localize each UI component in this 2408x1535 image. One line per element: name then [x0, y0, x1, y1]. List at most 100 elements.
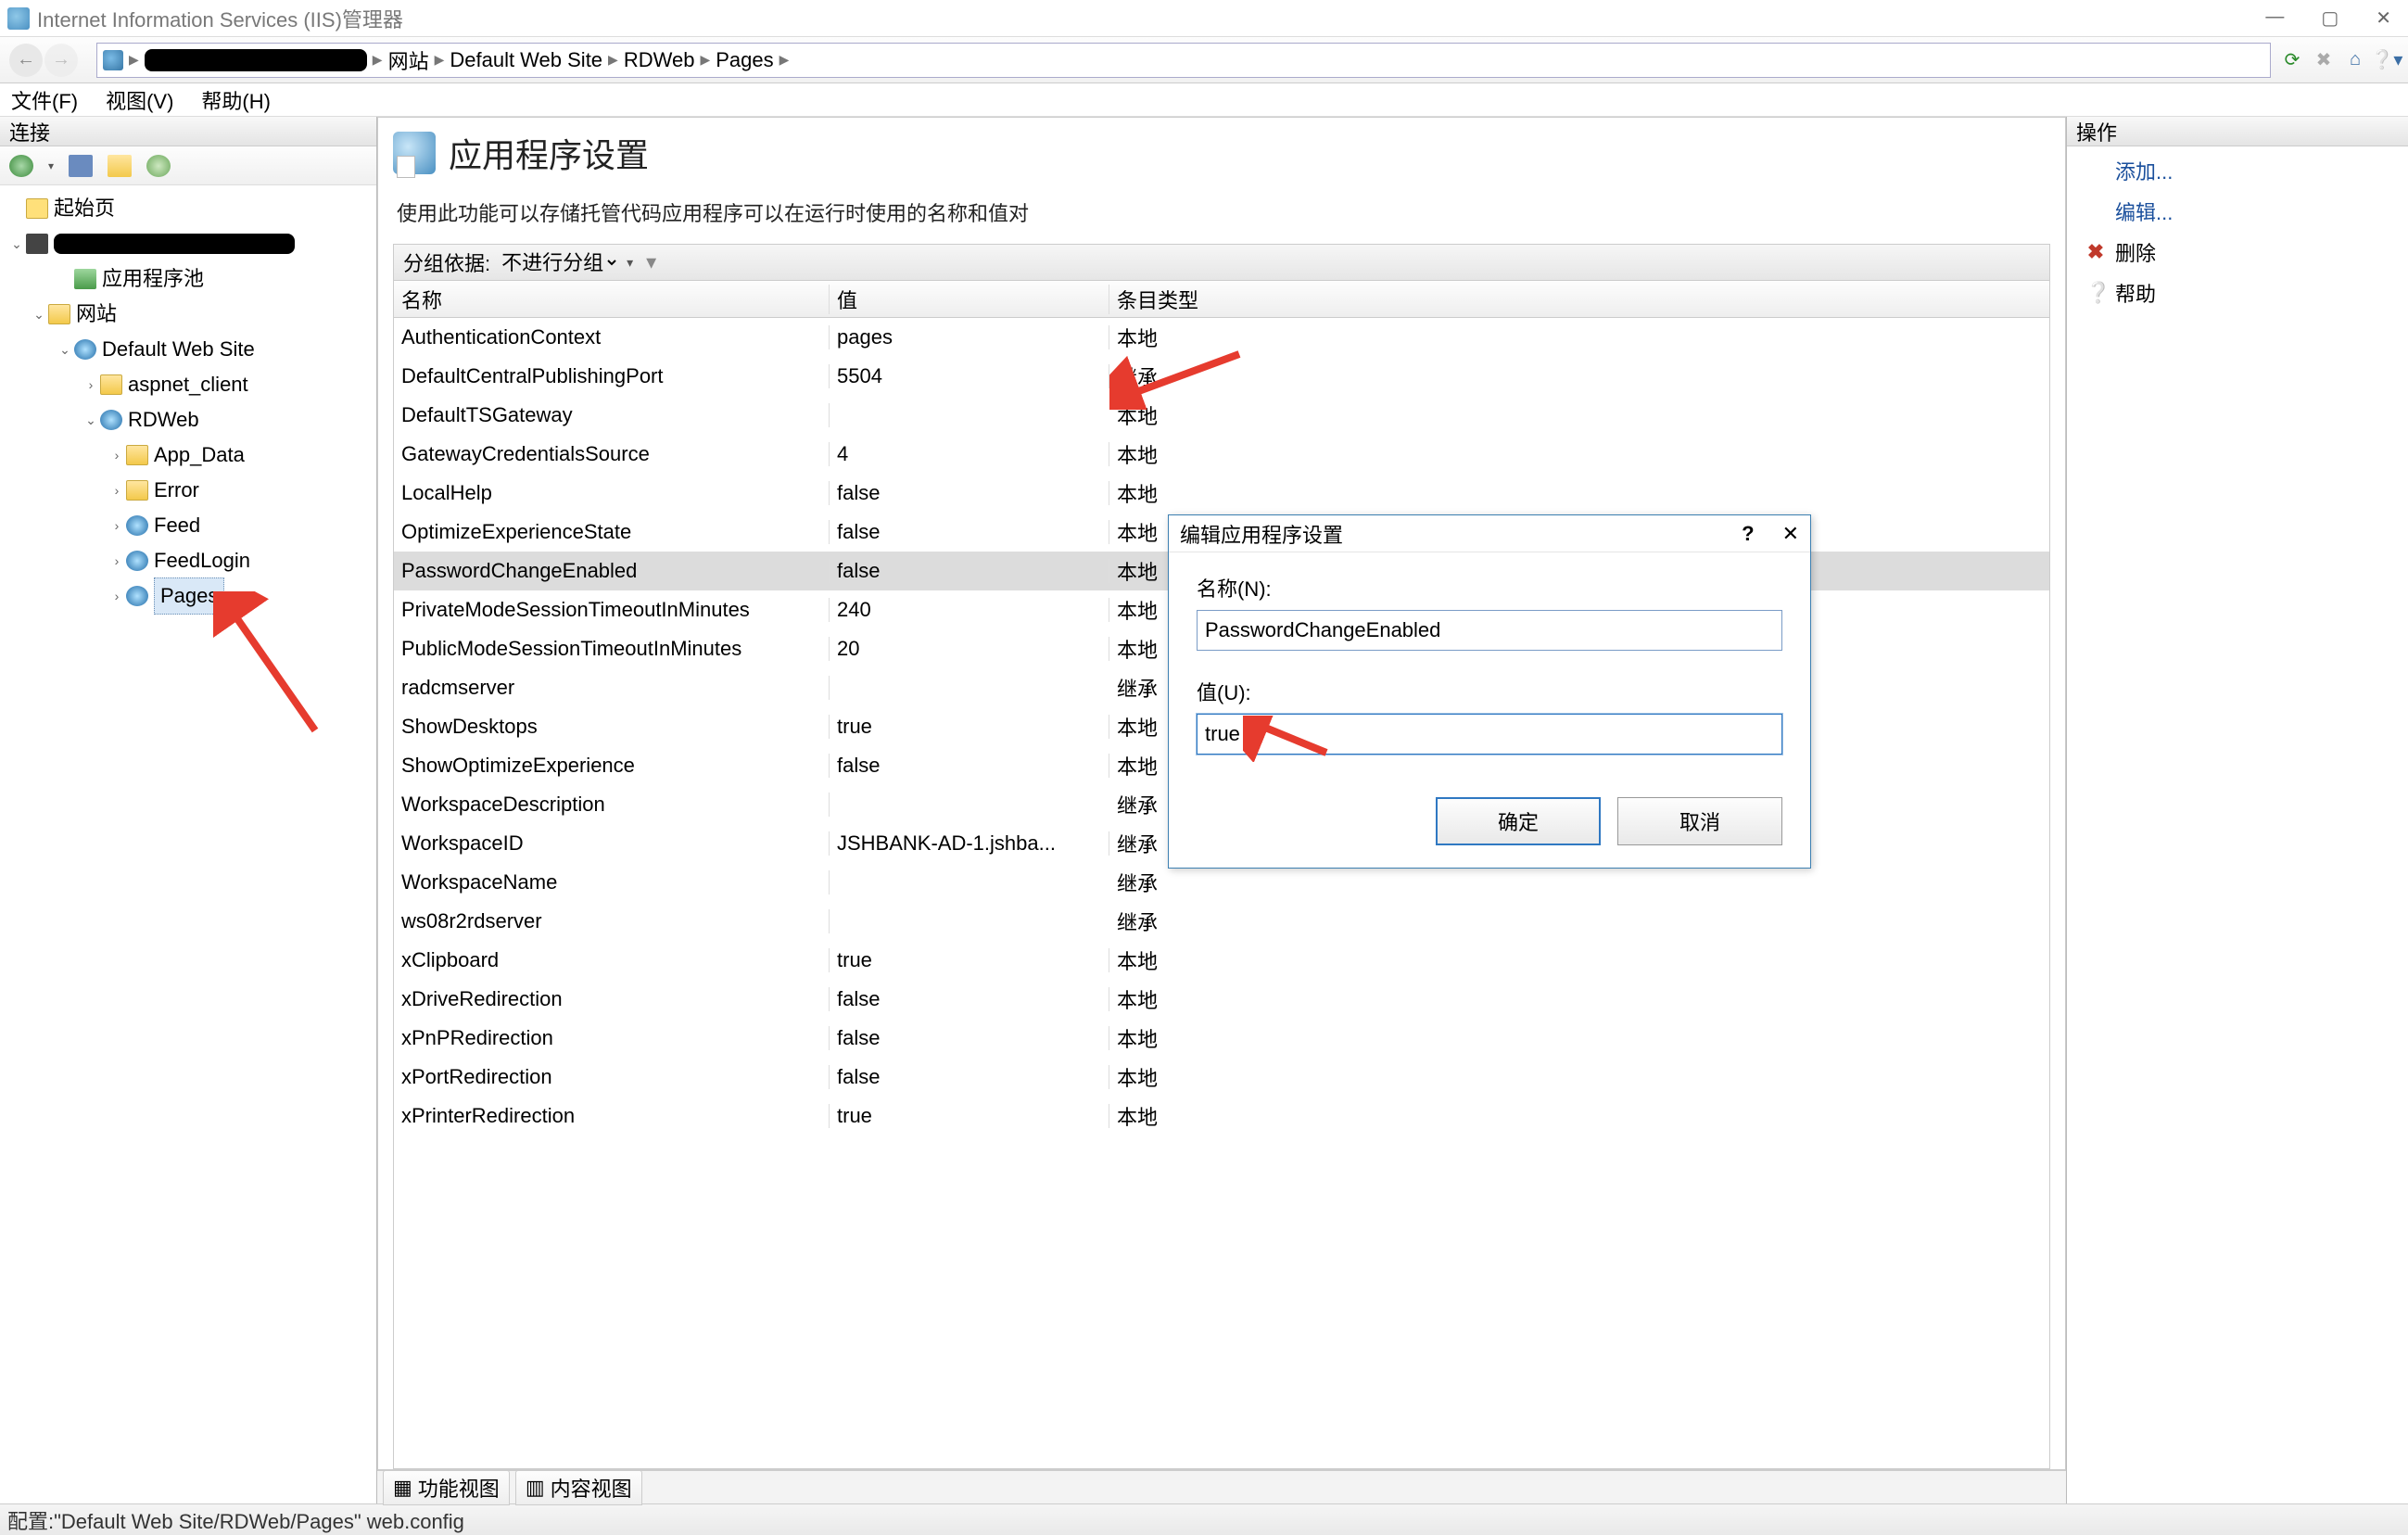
status-bar: 配置:"Default Web Site/RDWeb/Pages" web.co…	[0, 1503, 2408, 1535]
menu-file[interactable]: 文件(F)	[11, 85, 78, 115]
globe-icon	[126, 586, 148, 606]
dialog-value-input[interactable]	[1197, 714, 1782, 755]
cell-value: true	[830, 948, 1109, 972]
refresh-tree-icon[interactable]	[146, 155, 171, 177]
menu-view[interactable]: 视图(V)	[106, 85, 173, 115]
crumb-default-site[interactable]: Default Web Site	[450, 48, 602, 72]
table-row[interactable]: GatewayCredentialsSource4本地	[394, 435, 2049, 474]
chevron-right-icon: ▶	[608, 52, 618, 68]
cell-type: 本地	[1109, 945, 2049, 975]
tree-default-site[interactable]: ⌄Default Web Site	[4, 332, 373, 367]
tree-feed[interactable]: ›Feed	[4, 508, 373, 543]
folder-icon	[100, 374, 122, 395]
action-add[interactable]: 添加...	[2067, 150, 2408, 191]
cell-name: xDriveRedirection	[394, 987, 830, 1011]
crumb-sites[interactable]: 网站	[388, 45, 429, 75]
cell-type: 本地	[1109, 984, 2049, 1014]
page-title: 应用程序设置	[449, 129, 649, 177]
tree-rdweb[interactable]: ⌄RDWeb	[4, 402, 373, 438]
dialog-help-button[interactable]: ?	[1742, 522, 1754, 546]
tree-feedlogin[interactable]: ›FeedLogin	[4, 543, 373, 578]
cell-type: 本地	[1109, 1023, 2049, 1053]
tree-app-pools[interactable]: 应用程序池	[4, 261, 373, 297]
cell-name: xPnPRedirection	[394, 1026, 830, 1050]
table-row[interactable]: xClipboardtrue本地	[394, 941, 2049, 980]
tree-server[interactable]: ⌄	[4, 226, 373, 261]
chevron-right-icon: ▶	[700, 52, 710, 68]
table-row[interactable]: xPrinterRedirectiontrue本地	[394, 1097, 2049, 1135]
cell-name: PrivateModeSessionTimeoutInMinutes	[394, 598, 830, 622]
tree-aspnet-client[interactable]: ›aspnet_client	[4, 367, 373, 402]
table-row[interactable]: AuthenticationContextpages本地	[394, 318, 2049, 357]
cell-name: xPortRedirection	[394, 1065, 830, 1089]
stop-icon[interactable]: ✖	[2312, 48, 2336, 72]
navigation-bar: ← → ▶ ▶ 网站 ▶ Default Web Site ▶ RDWeb ▶ …	[0, 37, 2408, 83]
home-icon[interactable]: ⌂	[2343, 48, 2367, 72]
forward-button[interactable]: →	[44, 44, 78, 77]
help-dropdown-icon[interactable]: ❔▾	[2375, 48, 2399, 72]
minimize-button[interactable]: —	[2265, 6, 2284, 30]
dialog-cancel-button[interactable]: 取消	[1617, 797, 1782, 845]
connections-tree[interactable]: 起始页 ⌄ 应用程序池 ⌄网站 ⌄Default Web Site ›aspne…	[0, 185, 376, 1503]
crumb-pages[interactable]: Pages	[716, 48, 773, 72]
cell-name: LocalHelp	[394, 481, 830, 505]
tab-features-view[interactable]: ▦功能视图	[383, 1470, 510, 1505]
table-row[interactable]: xPnPRedirectionfalse本地	[394, 1019, 2049, 1058]
groupby-select[interactable]: 不进行分组	[498, 250, 619, 275]
globe-icon	[100, 410, 122, 430]
table-row[interactable]: xPortRedirectionfalse本地	[394, 1058, 2049, 1097]
col-type[interactable]: 条目类型	[1109, 285, 2049, 314]
crumb-rdweb[interactable]: RDWeb	[624, 48, 695, 72]
connect-icon[interactable]	[9, 155, 33, 177]
back-button[interactable]: ←	[9, 44, 43, 77]
cell-name: DefaultTSGateway	[394, 403, 830, 427]
folder-icon	[126, 445, 148, 465]
dialog-close-button[interactable]: ✕	[1782, 522, 1799, 546]
cell-name: radcmserver	[394, 676, 830, 700]
cell-type: 本地	[1109, 478, 2049, 508]
col-name[interactable]: 名称	[394, 285, 830, 314]
folder-icon	[48, 304, 70, 324]
close-button[interactable]: ✕	[2376, 6, 2391, 30]
dialog-name-label: 名称(N):	[1197, 573, 1782, 603]
save-icon[interactable]	[69, 155, 93, 177]
tree-app-data[interactable]: ›App_Data	[4, 438, 373, 473]
tree-start-page[interactable]: 起始页	[4, 191, 373, 226]
tree-sites[interactable]: ⌄网站	[4, 297, 373, 332]
maximize-button[interactable]: ▢	[2321, 6, 2338, 30]
action-edit[interactable]: 编辑...	[2067, 191, 2408, 232]
table-row[interactable]: WorkspaceName继承	[394, 863, 2049, 902]
menu-help[interactable]: 帮助(H)	[201, 85, 271, 115]
cell-type: 本地	[1109, 439, 2049, 469]
cell-type: 本地	[1109, 323, 2049, 352]
tab-content-view[interactable]: ▥内容视图	[515, 1470, 642, 1505]
action-help[interactable]: ❔帮助	[2067, 273, 2408, 313]
table-row[interactable]: ws08r2rdserver继承	[394, 902, 2049, 941]
table-row[interactable]: DefaultCentralPublishingPort5504继承	[394, 357, 2049, 396]
cell-value: true	[830, 715, 1109, 739]
dialog-name-input[interactable]	[1197, 610, 1782, 651]
cell-type: 本地	[1109, 1062, 2049, 1092]
table-row[interactable]: DefaultTSGateway本地	[394, 396, 2049, 435]
features-icon: ▦	[393, 1476, 412, 1500]
cell-value: 4	[830, 442, 1109, 466]
cell-value: JSHBANK-AD-1.jshba...	[830, 831, 1109, 856]
dropdown-icon[interactable]: ▾	[48, 159, 54, 172]
dialog-ok-button[interactable]: 确定	[1436, 797, 1601, 845]
breadcrumb[interactable]: ▶ ▶ 网站 ▶ Default Web Site ▶ RDWeb ▶ Page…	[96, 43, 2271, 78]
cell-name: GatewayCredentialsSource	[394, 442, 830, 466]
open-icon[interactable]	[108, 155, 132, 177]
settings-grid[interactable]: 名称 值 条目类型 AuthenticationContextpages本地De…	[393, 281, 2050, 1469]
tree-error[interactable]: ›Error	[4, 473, 373, 508]
col-value[interactable]: 值	[830, 285, 1109, 314]
table-row[interactable]: LocalHelpfalse本地	[394, 474, 2049, 513]
table-row[interactable]: xDriveRedirectionfalse本地	[394, 980, 2049, 1019]
cell-name: OptimizeExperienceState	[394, 520, 830, 544]
cell-value: false	[830, 1065, 1109, 1089]
tree-pages[interactable]: ›Pages	[4, 578, 373, 614]
cell-value: false	[830, 520, 1109, 544]
refresh-icon[interactable]: ⟳	[2280, 48, 2304, 72]
action-delete[interactable]: ✖删除	[2067, 232, 2408, 273]
cell-name: DefaultCentralPublishingPort	[394, 364, 830, 388]
cell-value: false	[830, 987, 1109, 1011]
